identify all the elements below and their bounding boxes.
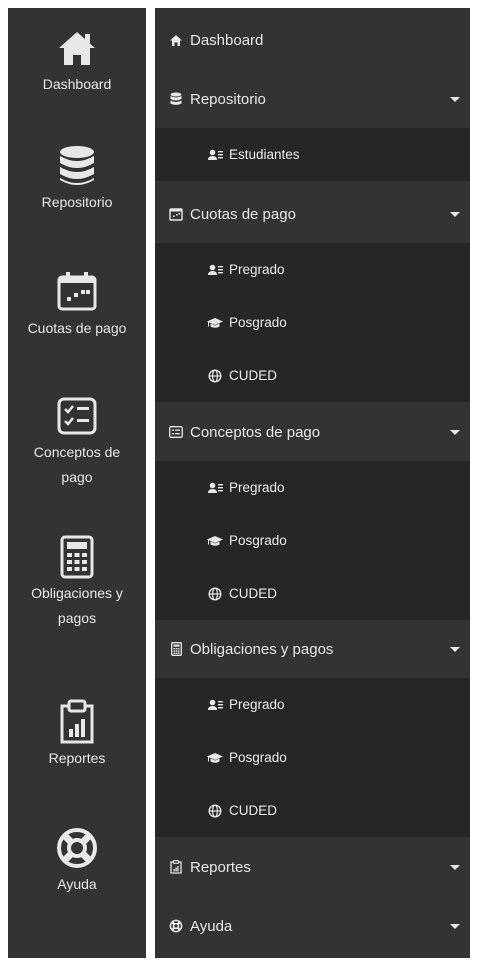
calendar-icon <box>8 268 146 316</box>
rail-item-cuotas-de-pago[interactable]: Cuotas de pago <box>8 268 146 341</box>
calculator-icon <box>168 641 184 657</box>
submenu-label: Estudiantes <box>229 147 300 162</box>
rail-item-obligaciones-y-pagos[interactable]: Obligaciones y pagos <box>8 533 146 631</box>
rail-label: Ayuda <box>57 876 97 892</box>
home-icon <box>168 32 184 48</box>
calculator-icon <box>8 533 146 581</box>
rail-label: Reportes <box>48 750 106 766</box>
rail-item-ayuda[interactable]: Ayuda <box>8 824 146 897</box>
menu-item-obligaciones-y-pagos[interactable]: Obligaciones y pagos <box>155 622 470 676</box>
chevron-down-icon <box>450 865 460 870</box>
rail-label: Dashboard <box>42 76 112 92</box>
graduation-cap-icon <box>207 750 223 766</box>
database-icon <box>8 142 146 190</box>
menu-item-repositorio[interactable]: Repositorio <box>155 72 470 126</box>
report-icon <box>168 859 184 875</box>
checklist-icon <box>8 392 146 440</box>
submenu-item-cuded[interactable]: CUDED <box>155 567 470 620</box>
navigation-menu: Dashboard Repositorio Estudiantes Cuotas… <box>155 8 470 958</box>
menu-item-cuotas-de-pago[interactable]: Cuotas de pago <box>155 187 470 241</box>
user-list-icon <box>207 480 223 496</box>
graduation-cap-icon <box>207 315 223 331</box>
user-list-icon <box>207 262 223 278</box>
home-icon <box>8 24 146 72</box>
lifebuoy-icon <box>8 824 146 872</box>
submenu-label: Pregrado <box>229 262 285 277</box>
globe-icon <box>207 586 223 602</box>
menu-label: Dashboard <box>190 31 264 49</box>
submenu-item-posgrado[interactable]: Posgrado <box>155 296 470 349</box>
submenu-label: CUDED <box>229 803 278 818</box>
calendar-icon <box>168 206 184 222</box>
rail-label: Repositorio <box>41 194 113 210</box>
chevron-down-icon <box>450 212 460 217</box>
submenu-item-estudiantes[interactable]: Estudiantes <box>155 128 470 181</box>
chevron-down-icon <box>450 924 460 929</box>
menu-label: Conceptos de pago <box>190 423 321 441</box>
rail-item-dashboard[interactable]: Dashboard <box>8 24 146 97</box>
report-icon <box>8 698 146 746</box>
rail-label: Conceptos de pago <box>33 444 121 485</box>
menu-item-reportes[interactable]: Reportes <box>155 840 470 894</box>
menu-label: Obligaciones y pagos <box>190 640 334 658</box>
user-list-icon <box>207 147 223 163</box>
menu-item-conceptos-de-pago[interactable]: Conceptos de pago <box>155 405 470 459</box>
globe-icon <box>207 368 223 384</box>
menu-label: Reportes <box>190 858 251 876</box>
submenu-item-cuded[interactable]: CUDED <box>155 349 470 402</box>
submenu-label: Pregrado <box>229 697 285 712</box>
submenu-label: Posgrado <box>229 315 287 330</box>
chevron-down-icon <box>450 430 460 435</box>
submenu-label: Posgrado <box>229 533 287 548</box>
submenu-item-cuded[interactable]: CUDED <box>155 784 470 837</box>
rail-item-reportes[interactable]: Reportes <box>8 698 146 771</box>
submenu-item-pregrado[interactable]: Pregrado <box>155 461 470 514</box>
menu-item-dashboard[interactable]: Dashboard <box>155 13 470 67</box>
submenu-item-posgrado[interactable]: Posgrado <box>155 514 470 567</box>
database-icon <box>168 91 184 107</box>
menu-label: Ayuda <box>190 917 233 935</box>
user-list-icon <box>207 697 223 713</box>
submenu-item-pregrado[interactable]: Pregrado <box>155 243 470 296</box>
submenu-label: Pregrado <box>229 480 285 495</box>
submenu-label: CUDED <box>229 368 278 383</box>
rail-label: Obligaciones y pagos <box>31 585 123 626</box>
chevron-down-icon <box>450 97 460 102</box>
menu-label: Repositorio <box>190 90 266 108</box>
globe-icon <box>207 803 223 819</box>
submenu-label: Posgrado <box>229 750 287 765</box>
rail-label: Cuotas de pago <box>27 320 127 336</box>
submenu-label: CUDED <box>229 586 278 601</box>
graduation-cap-icon <box>207 533 223 549</box>
chevron-down-icon <box>450 647 460 652</box>
menu-item-ayuda[interactable]: Ayuda <box>155 899 470 953</box>
submenu-item-posgrado[interactable]: Posgrado <box>155 731 470 784</box>
rail-item-repositorio[interactable]: Repositorio <box>8 142 146 215</box>
icon-sidebar: Dashboard Repositorio Cuotas de pago Con… <box>8 8 146 958</box>
rail-item-conceptos-de-pago[interactable]: Conceptos de pago <box>8 392 146 490</box>
lifebuoy-icon <box>168 918 184 934</box>
submenu-item-pregrado[interactable]: Pregrado <box>155 678 470 731</box>
menu-label: Cuotas de pago <box>190 205 296 223</box>
checklist-icon <box>168 424 184 440</box>
